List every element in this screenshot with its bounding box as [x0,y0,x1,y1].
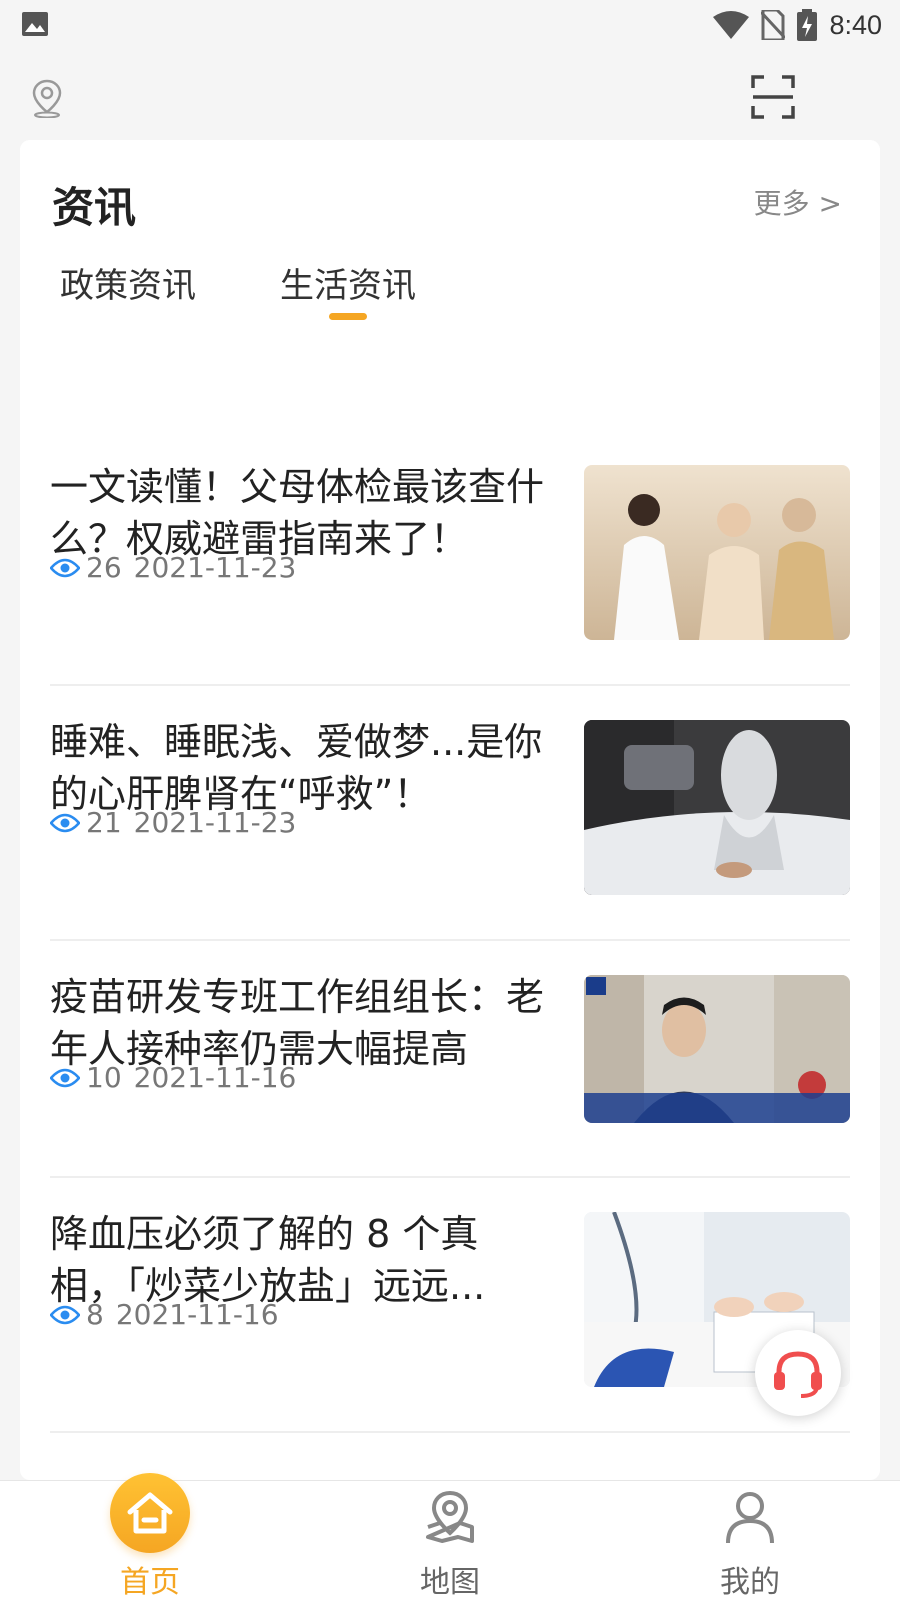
no-sim-icon [761,10,786,40]
publish-date: 2021-11-16 [133,1061,297,1094]
nav-home[interactable]: 首页 [0,1473,300,1600]
nav-profile-label: 我的 [720,1565,780,1600]
view-count: 21 [86,806,122,839]
article-title: 睡难、睡眠浅、爱做梦...是你的心肝脾肾在“呼救”！ [50,720,543,816]
news-card: 44 2021-11-23 一文读懂！父母体检最该查什么？权威避雷指南来了！ [20,140,880,1480]
more-link[interactable]: 更多 > [754,182,842,222]
status-time: 8:40 [829,9,882,40]
top-bar [0,60,900,136]
article-meta: 10 2021-11-16 [50,1061,296,1094]
gallery-notification-icon [22,12,48,36]
article-meta: 21 2021-11-23 [50,806,296,839]
map-pin-icon [426,1490,474,1543]
battery-charging-icon [797,9,818,41]
list-item[interactable]: 降血压必须了解的 8 个真相，「炒菜少放盐」远远... 8 2021-11-16 [50,1178,850,1433]
publish-date: 2021-11-23 [133,806,297,839]
article-thumbnail [584,720,850,895]
nav-map[interactable]: 地图 [300,1481,600,1600]
article-title: 一文读懂！父母体检最该查什么？权威避雷指南来了！ [50,465,545,561]
view-count: 8 [86,1298,104,1331]
eye-icon [50,558,80,577]
home-icon [127,1492,173,1534]
view-count: 26 [86,551,122,584]
tab-policy-news[interactable]: 政策资讯 [60,258,196,318]
nav-home-label: 首页 [120,1565,180,1600]
publish-date: 2021-11-16 [115,1298,279,1331]
list-item[interactable]: 睡难、睡眠浅、爱做梦...是你的心肝脾肾在“呼救”！ 21 2021-11-23 [50,686,850,941]
location-icon[interactable] [30,78,64,118]
article-meta: 8 2021-11-16 [50,1298,279,1331]
nav-profile[interactable]: 我的 [600,1481,900,1600]
status-bar: 8:40 [0,0,900,50]
list-item[interactable]: 疫苗研发专班工作组组长：老年人接种率仍需大幅提高 10 2021-11-16 [50,941,850,1178]
wifi-icon [713,11,750,39]
view-count: 10 [86,1061,122,1094]
card-header: 资讯 更多 > 政策资讯 生活资讯 [20,140,880,460]
publish-date: 2021-11-23 [133,551,297,584]
article-meta: 26 2021-11-23 [50,551,296,584]
scan-icon[interactable] [750,74,796,120]
person-icon [726,1492,774,1544]
nav-map-label: 地图 [420,1565,480,1600]
home-button-circle [110,1473,190,1553]
article-title: 疫苗研发专班工作组组长：老年人接种率仍需大幅提高 [50,975,545,1071]
eye-icon [50,813,80,832]
customer-service-button[interactable] [755,1330,841,1416]
article-title: 降血压必须了解的 8 个真相，「炒菜少放盐」远远... [50,1212,486,1308]
headset-icon [774,1351,822,1398]
eye-icon [50,1305,80,1324]
tab-life-news[interactable]: 生活资讯 [280,258,416,320]
list-item[interactable]: 一文读懂！父母体检最该查什么？权威避雷指南来了！ 26 2021-11-23 [50,431,850,686]
section-title: 资讯 [52,183,137,232]
article-thumbnail [584,975,850,1123]
category-tabs: 政策资讯 生活资讯 [60,258,416,320]
article-thumbnail [584,465,850,640]
bottom-nav: 首页 地图 我的 [0,1473,900,1600]
eye-icon [50,1068,80,1087]
